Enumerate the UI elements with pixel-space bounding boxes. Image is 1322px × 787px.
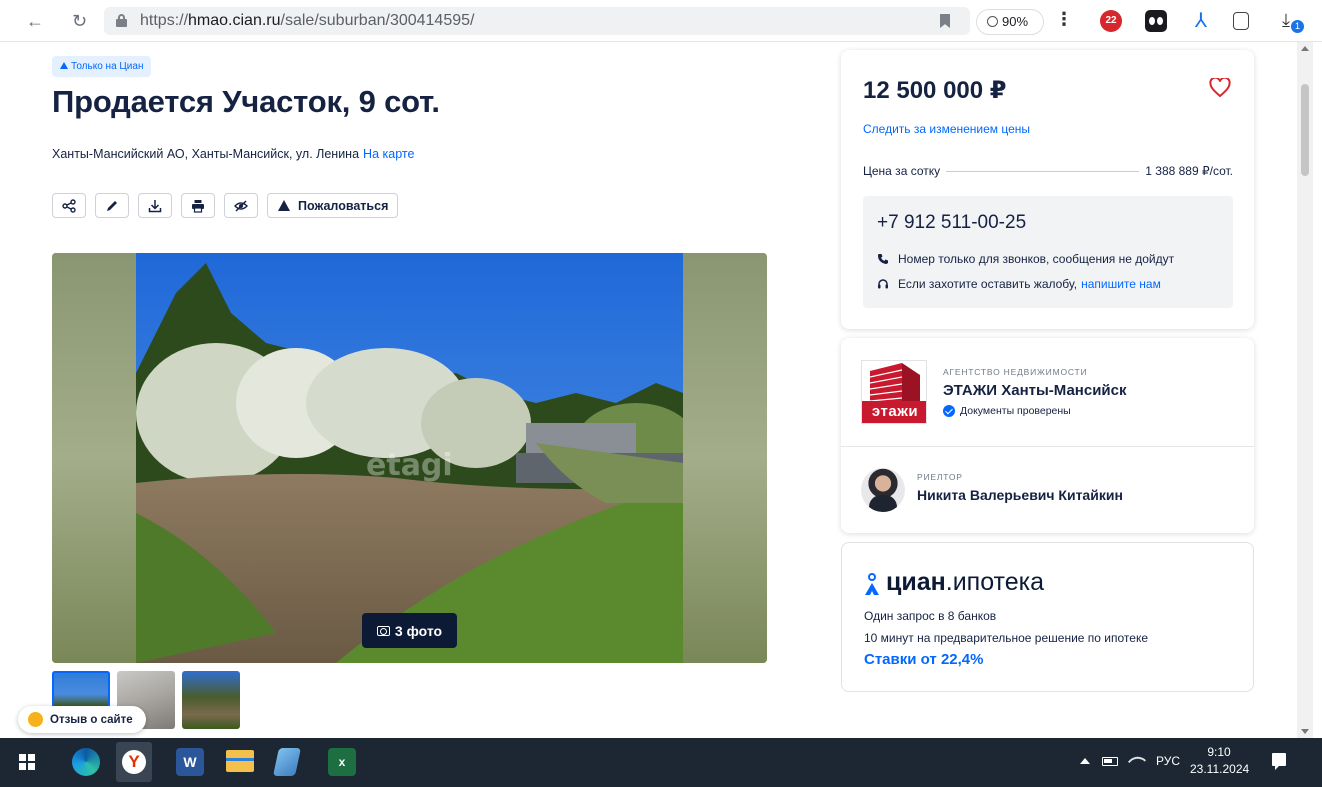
complaint-note: Если захотите оставить жалобу, напишите н… (877, 277, 1161, 291)
lock-icon (116, 14, 127, 27)
realtor-name[interactable]: Никита Валерьевич Китайкин (917, 487, 1123, 503)
menu-dots-icon[interactable]: ⋮ (1055, 9, 1073, 30)
language-indicator[interactable]: РУС (1156, 754, 1180, 768)
mortgage-line: 10 минут на предварительное решение по и… (864, 631, 1148, 645)
battery-icon[interactable] (1102, 756, 1118, 766)
agency-logo[interactable]: этажи (861, 360, 927, 424)
windows-start-icon[interactable] (19, 754, 35, 770)
extension-mask-icon[interactable] (1145, 10, 1167, 32)
realtor-avatar[interactable] (861, 468, 905, 512)
browser-toolbar: ← ↻ https://hmao.cian.ru/sale/suburban/3… (0, 0, 1322, 42)
price-per-unit-row: Цена за сотку 1 388 889 ₽/сот. (863, 164, 1233, 178)
bookmark-icon[interactable] (940, 14, 950, 28)
downloads-icon[interactable]: ⤓ 1 (1282, 10, 1304, 33)
phone-note: Номер только для звонков, сообщения не д… (877, 252, 1174, 266)
printer-icon (192, 199, 204, 213)
page-scrollbar[interactable] (1297, 42, 1313, 738)
notification-icon[interactable] (1272, 753, 1286, 770)
building-icon (869, 363, 920, 403)
share-button[interactable] (52, 193, 86, 218)
verified-badge: Документы проверены (943, 405, 1071, 417)
edit-note-button[interactable] (95, 193, 129, 218)
verified-check-icon (943, 405, 955, 417)
reload-icon[interactable]: ↻ (72, 11, 87, 31)
agency-name[interactable]: ЭТАЖИ Ханты-Мансийск (943, 382, 1127, 399)
site-feedback-button[interactable]: Отзыв о сайте (18, 706, 146, 733)
phone-icon (878, 254, 888, 264)
heart-icon[interactable] (1209, 78, 1231, 98)
address-bar[interactable]: https://hmao.cian.ru/sale/suburban/30041… (104, 7, 970, 35)
page-title: Продается Участок, 9 сот. (52, 84, 440, 119)
realtor-type: РИЕЛТОР (917, 472, 963, 482)
cian-pin-icon (865, 573, 879, 595)
complain-button[interactable]: Пожаловаться (267, 193, 398, 218)
listing-address: Ханты-Мансийский АО, Ханты-Мансийск, ул.… (52, 147, 415, 161)
photo-count-badge[interactable]: 3 фото (362, 613, 457, 648)
extension-translate-icon[interactable]: ⅄ (1190, 10, 1212, 32)
thumbnail[interactable] (182, 671, 240, 729)
yandex-browser-icon[interactable] (116, 742, 152, 782)
extension-clipboard-icon[interactable] (1233, 12, 1249, 30)
windows-taskbar: W x РУС 9:1023.11.2024 (0, 738, 1322, 787)
camera-icon (376, 625, 390, 636)
price-card: 12 500 000 ₽ Следить за изменением цены … (841, 50, 1254, 329)
zoom-icon (987, 16, 998, 27)
phone-number[interactable]: +7 912 511-00-25 (877, 212, 1026, 234)
main-photo[interactable]: etagi (136, 253, 683, 663)
price-per-unit-value: 1 388 889 ₽/сот. (1145, 164, 1233, 178)
url-text[interactable]: https://hmao.cian.ru/sale/suburban/30041… (140, 12, 474, 30)
wifi-icon[interactable] (1127, 751, 1147, 771)
map-link[interactable]: На карте (363, 147, 414, 161)
zoom-indicator[interactable]: 90% (976, 9, 1044, 35)
mortgage-card[interactable]: циан .ипотека Один запрос в 8 банков 10 м… (841, 542, 1254, 692)
download-icon (148, 199, 162, 212)
warning-icon (278, 200, 290, 211)
word-icon[interactable]: W (176, 748, 204, 776)
scroll-thumb[interactable] (1301, 84, 1309, 176)
cian-arrow-icon (60, 62, 68, 69)
print-button[interactable] (181, 193, 215, 218)
land-plot-photo: etagi (136, 253, 683, 663)
app-icon[interactable] (273, 748, 301, 776)
phone-box: +7 912 511-00-25 Номер только для звонко… (863, 196, 1233, 308)
excel-icon[interactable]: x (328, 748, 356, 776)
agency-type: АГЕНТСТВО НЕДВИЖИМОСТИ (943, 367, 1088, 377)
agency-card: этажи АГЕНТСТВО НЕДВИЖИМОСТИ ЭТАЖИ Ханты… (841, 338, 1254, 533)
headset-icon (878, 279, 888, 289)
write-us-link[interactable]: напишите нам (1081, 277, 1161, 291)
mortgage-line: Один запрос в 8 банков (864, 609, 997, 623)
hide-listing-button[interactable] (224, 193, 258, 218)
svg-text:etagi: etagi (366, 448, 453, 483)
back-arrow-icon[interactable]: ← (26, 11, 44, 31)
follow-price-link[interactable]: Следить за изменением цены (863, 122, 1030, 136)
system-tray: РУС (1080, 751, 1180, 771)
edge-icon[interactable] (72, 748, 100, 776)
download-button[interactable] (138, 193, 172, 218)
listing-actions: Пожаловаться (52, 193, 398, 218)
smile-icon (28, 712, 43, 727)
pencil-icon (107, 200, 117, 211)
tray-expand-icon[interactable] (1080, 758, 1090, 764)
eye-off-icon (234, 199, 248, 212)
clock[interactable]: 9:10 23.11.2024 (1190, 744, 1249, 778)
cian-mortgage-logo: циан .ипотека (864, 565, 1044, 597)
mortgage-rate-link[interactable]: Ставки от 22,4% (864, 651, 983, 668)
extension-mail-icon[interactable]: 22 (1100, 10, 1122, 32)
exclusive-tag: Только на Циан (52, 56, 152, 77)
scroll-up-icon[interactable] (1301, 46, 1309, 51)
price: 12 500 000 ₽ (863, 77, 1007, 104)
share-icon (62, 198, 76, 213)
file-explorer-icon[interactable] (226, 750, 254, 772)
photo-gallery[interactable]: etagi 3 фото (52, 253, 767, 663)
scroll-down-icon[interactable] (1301, 729, 1309, 734)
